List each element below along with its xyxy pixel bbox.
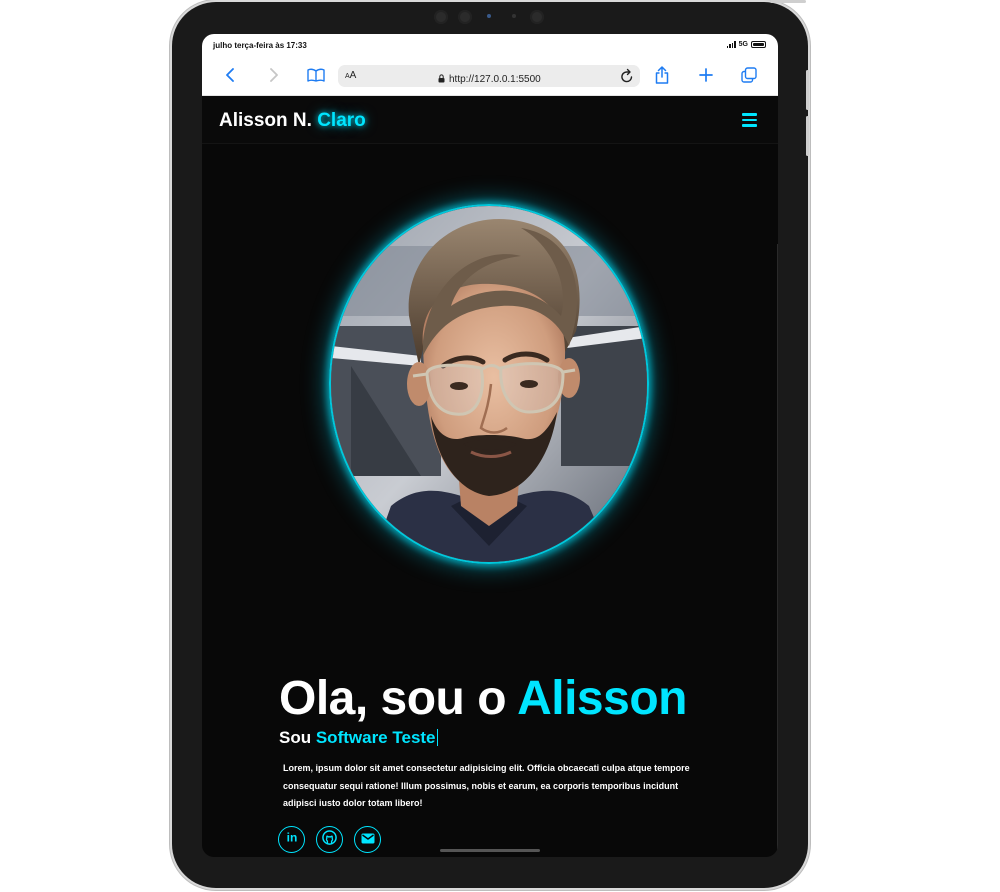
hero-role: Software Teste [315,728,436,747]
home-indicator [440,849,540,852]
camera-array [430,8,550,26]
scrollbar [777,244,778,857]
status-indicators: 5G [726,41,766,48]
hero-greeting: Ola, sou o [279,672,507,725]
hero-subtitle: Sou Software Teste [279,728,439,748]
hero-description: Lorem, ipsum dolor sit amet consectetur … [283,763,690,808]
reload-icon[interactable] [620,68,634,89]
profile-photo [329,204,649,564]
network-label: 5G [738,41,748,48]
lock-icon [438,70,445,88]
email-icon [361,831,375,849]
svg-text:in: in [286,831,297,845]
share-icon[interactable] [651,64,673,86]
tabs-overview-icon[interactable] [738,64,760,86]
new-tab-icon[interactable] [695,64,717,86]
volume-button [806,70,809,110]
battery-icon [751,41,766,48]
screen: julho terça-feira às 17:33 5G AA http://… [202,34,778,857]
github-icon [322,829,337,850]
address-bar[interactable]: AA http://127.0.0.1:5500 [338,65,640,87]
signal-icon [726,41,736,48]
brand-accent: Claro [317,110,366,131]
hero-name: Alisson [517,672,687,725]
hero-sub-prefix: Sou [279,728,312,747]
url-text: http://127.0.0.1:5500 [449,73,541,85]
typing-cursor [436,729,439,746]
forward-icon[interactable] [262,64,284,86]
brand-name: Alisson N. [219,110,312,131]
text-size-button[interactable]: AA [345,70,356,81]
browser-toolbar: AA http://127.0.0.1:5500 [202,56,778,96]
email-link[interactable] [354,826,381,853]
linkedin-icon: in [285,830,299,849]
status-bar: julho terça-feira às 17:33 5G [202,34,778,56]
hero-heading: Ola, sou o Alisson [279,671,687,726]
status-time: julho terça-feira às 17:33 [213,41,307,50]
github-link[interactable] [316,826,343,853]
volume-button [806,116,809,156]
back-icon[interactable] [220,64,242,86]
site-header: Alisson N. Claro [202,96,778,144]
book-icon[interactable] [305,64,327,86]
power-button [770,0,806,3]
site-logo[interactable]: Alisson N. Claro [219,110,366,132]
social-links: in [278,826,381,853]
linkedin-link[interactable]: in [278,826,305,853]
hamburger-menu-icon[interactable] [739,110,759,130]
